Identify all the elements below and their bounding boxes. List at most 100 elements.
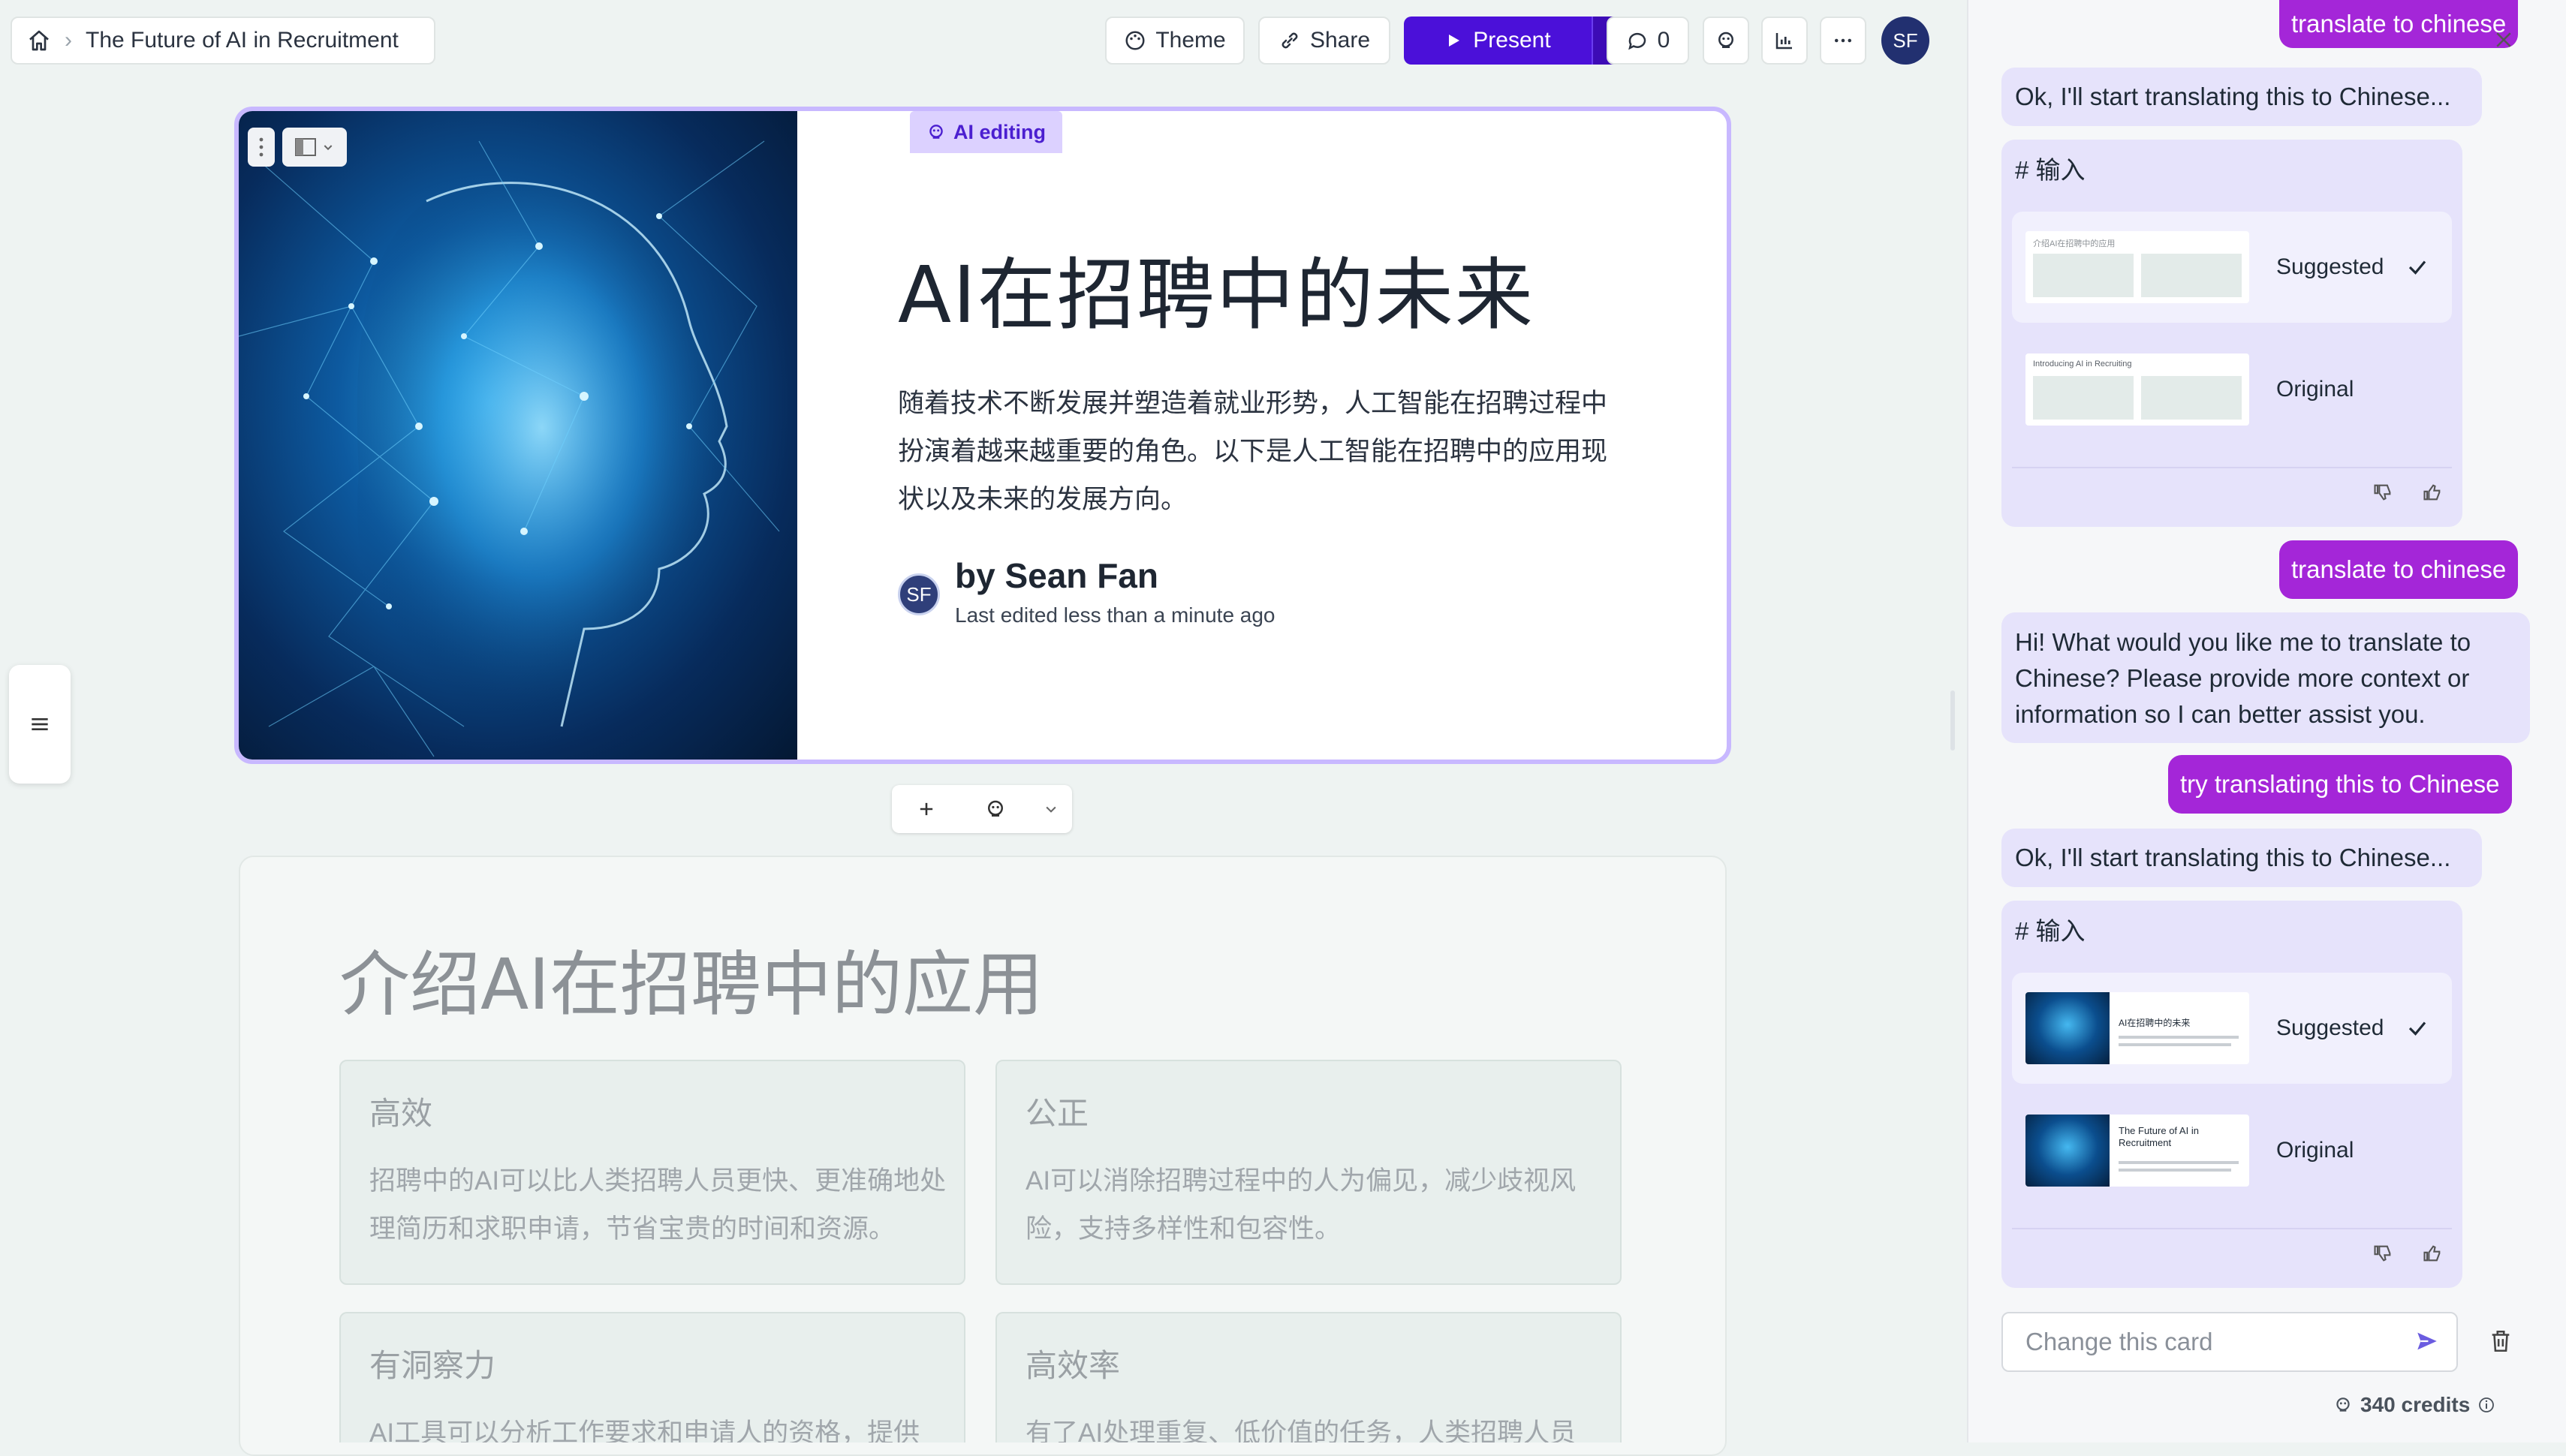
feature-box[interactable]: 有洞察力 AI工具可以分析工作要求和申请人的资格，提供 — [339, 1312, 965, 1442]
card-title[interactable]: AI在招聘中的未来 — [898, 231, 1534, 344]
author-avatar: SF — [898, 573, 940, 615]
menu-icon — [28, 712, 52, 736]
theme-label: Theme — [1155, 28, 1226, 53]
thumb-line — [2119, 1043, 2231, 1046]
suggested-thumbnail: 介绍AI在招聘中的应用 — [2025, 231, 2249, 303]
doc-title[interactable]: The Future of AI in Recruitment — [86, 28, 399, 53]
feature-body: AI工具可以分析工作要求和申请人的资格，提供 — [369, 1418, 920, 1442]
home-icon[interactable] — [27, 29, 51, 53]
layout-icon — [295, 138, 316, 156]
feature-box[interactable]: 高效率 有了AI处理重复、低价值的任务，人类招聘人员 — [995, 1312, 1622, 1442]
feature-heading: 公正 — [1025, 1096, 1089, 1131]
ai-message: Ok, I'll start translating this to Chine… — [2001, 829, 2482, 887]
share-button[interactable]: Share — [1258, 17, 1390, 65]
thumb-title: 介绍AI在招聘中的应用 — [2033, 239, 2116, 248]
divider — [2012, 1228, 2452, 1229]
more-icon — [1832, 29, 1854, 52]
chat-input-placeholder: Change this card — [2025, 1328, 2213, 1355]
thumb-title: The Future of AI in Recruitment — [2119, 1125, 2199, 1148]
suggested-option[interactable]: 介绍AI在招聘中的应用 Suggested — [2012, 212, 2452, 323]
add-ai-card-button[interactable] — [961, 798, 1030, 820]
add-card-button[interactable] — [892, 799, 961, 820]
suggested-thumbnail: AI在招聘中的未来 — [2025, 992, 2249, 1064]
card-body[interactable]: 随着技术不断发展并塑造着就业形势，人工智能在招聘过程中扮演着越来越重要的角色。以… — [898, 380, 1611, 524]
robot-icon — [926, 122, 946, 142]
thumb-hero — [2025, 992, 2110, 1064]
check-icon — [2406, 256, 2429, 278]
chevron-down-icon — [322, 141, 334, 153]
share-label: Share — [1309, 28, 1371, 53]
present-label: Present — [1473, 28, 1551, 53]
author-name: by Sean Fan — [955, 556, 1158, 595]
chevron-down-icon — [1044, 802, 1059, 817]
result-heading: # 输入 — [2015, 156, 2086, 184]
layout-dropdown-button[interactable] — [282, 128, 347, 167]
title-card[interactable]: AI在招聘中的未来 随着技术不断发展并塑造着就业形势，人工智能在招聘过程中扮演着… — [234, 107, 1731, 764]
thumbs-up-icon[interactable] — [2422, 482, 2443, 503]
thumbs-down-icon[interactable] — [2372, 1243, 2393, 1264]
play-icon — [1444, 32, 1462, 50]
comment-icon — [1626, 29, 1649, 52]
robot-icon — [984, 798, 1007, 820]
original-thumbnail: Introducing AI in Recruiting — [2025, 353, 2249, 426]
feature-body: 招聘中的AI可以比人类招聘人员更快、更准确地处理简历和求职申请，节省宝贵的时间和… — [369, 1166, 947, 1244]
add-card-dropdown[interactable] — [1031, 802, 1072, 817]
feature-heading: 高效 — [369, 1096, 433, 1131]
plus-icon — [916, 799, 937, 820]
close-icon[interactable] — [2492, 29, 2515, 51]
present-button[interactable]: Present — [1404, 17, 1592, 65]
suggested-option[interactable]: AI在招聘中的未来 Suggested — [2012, 973, 2452, 1084]
drag-handle-icon[interactable] — [248, 128, 275, 167]
bar-chart-icon — [1773, 29, 1796, 52]
thumb-hero — [2025, 1115, 2110, 1187]
chevron-right-icon: › — [65, 28, 72, 53]
thumb-block — [2141, 376, 2242, 420]
analytics-button[interactable] — [1761, 17, 1808, 65]
comments-button[interactable]: 0 — [1607, 17, 1689, 65]
hero-image — [239, 111, 797, 760]
ai-message: Hi! What would you like me to translate … — [2001, 612, 2530, 743]
info-icon[interactable] — [2477, 1396, 2495, 1414]
second-card-title[interactable]: 介绍AI在招聘中的应用 — [339, 928, 1044, 1030]
check-icon — [2406, 1017, 2429, 1039]
card-toolbar — [248, 128, 347, 167]
robot-icon — [2333, 1395, 2353, 1415]
user-avatar[interactable]: SF — [1881, 17, 1929, 65]
thumbs-down-icon[interactable] — [2372, 482, 2393, 503]
palette-icon — [1124, 29, 1146, 52]
ai-assistant-button[interactable] — [1703, 17, 1749, 65]
feature-heading: 高效率 — [1025, 1348, 1121, 1383]
thumb-block — [2033, 254, 2134, 297]
feature-box[interactable]: 公正 AI可以消除招聘过程中的人为偏见，减少歧视风险，支持多样性和包容性。 — [995, 1060, 1622, 1285]
chat-input[interactable]: Change this card — [2001, 1312, 2458, 1372]
send-icon[interactable] — [2414, 1328, 2440, 1354]
thumb-line — [2119, 1161, 2239, 1164]
thumb-title: AI在招聘中的未来 — [2119, 1018, 2191, 1028]
robot-icon — [1715, 29, 1737, 52]
panel-resize-handle[interactable] — [1950, 690, 1955, 751]
credits-display[interactable]: 340 credits — [2333, 1393, 2495, 1417]
ai-result-box: # 输入 AI在招聘中的未来 Suggested The Future of A… — [2001, 901, 2462, 1288]
thumb-block — [2141, 254, 2242, 297]
suggested-label: Suggested — [2276, 254, 2384, 279]
feature-box[interactable]: 高效 招聘中的AI可以比人类招聘人员更快、更准确地处理简历和求职申请，节省宝贵的… — [339, 1060, 965, 1285]
original-label: Original — [2276, 1138, 2354, 1163]
original-label: Original — [2276, 377, 2354, 402]
outline-toggle-button[interactable] — [9, 665, 71, 784]
thumbs-up-icon[interactable] — [2422, 1243, 2443, 1264]
original-option[interactable]: Introducing AI in Recruiting Original — [2012, 333, 2452, 446]
original-thumbnail: The Future of AI in Recruitment — [2025, 1115, 2249, 1187]
theme-button[interactable]: Theme — [1105, 17, 1245, 65]
credits-label: 340 credits — [2360, 1393, 2471, 1416]
last-edited: Last edited less than a minute ago — [955, 603, 1275, 627]
divider — [2012, 467, 2452, 468]
original-option[interactable]: The Future of AI in Recruitment Original — [2012, 1094, 2452, 1207]
more-options-button[interactable] — [1820, 17, 1866, 65]
thumb-block — [2033, 376, 2134, 420]
trash-icon[interactable] — [2488, 1328, 2513, 1354]
add-card-toolbar — [892, 785, 1072, 833]
ai-editing-label: AI editing — [953, 120, 1046, 143]
user-message: try translating this to Chinese — [2168, 755, 2512, 814]
comments-count: 0 — [1657, 28, 1670, 53]
thumb-line — [2119, 1036, 2239, 1039]
